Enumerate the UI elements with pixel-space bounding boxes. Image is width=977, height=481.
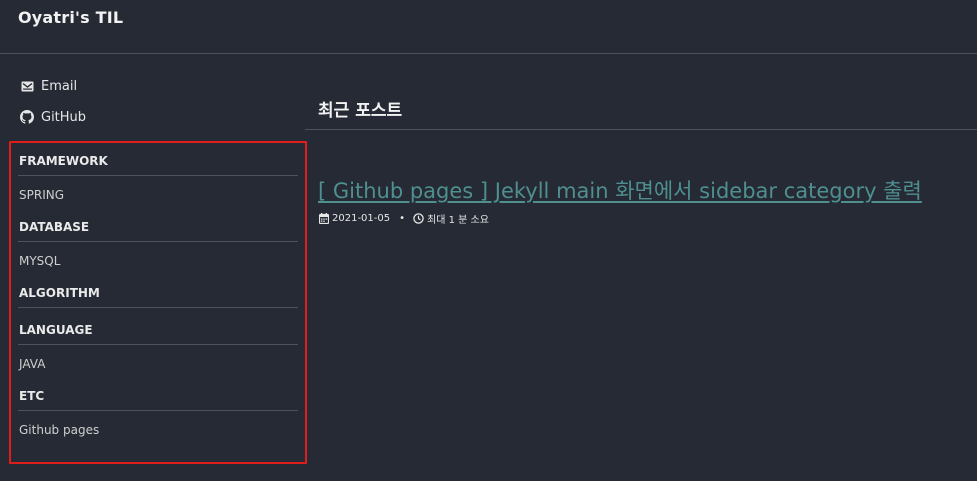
calendar-icon (318, 213, 329, 224)
envelope-icon (20, 79, 34, 93)
category-title-database: DATABASE (18, 215, 298, 242)
category-title-framework: FRAMEWORK (18, 149, 298, 176)
github-label: GitHub (41, 109, 87, 125)
github-icon (20, 110, 34, 124)
post-read-time: 최대 1 분 소요 (427, 215, 489, 226)
masthead: Oyatri's TIL (0, 0, 977, 54)
category-item-github-pages[interactable]: Github pages (18, 411, 298, 450)
github-link[interactable]: GitHub (20, 107, 86, 127)
post-meta: 2021-01-05 • 최대 1 분 소요 (318, 211, 489, 226)
category-title-algorithm: ALGORITHM (18, 281, 298, 308)
page-title-divider (305, 129, 977, 130)
clock-icon (413, 213, 424, 224)
meta-separator: • (399, 213, 406, 224)
category-item-java[interactable]: JAVA (18, 345, 298, 384)
category-gap (18, 308, 298, 318)
page-title: 최근 포스트 (318, 101, 403, 121)
email-label: Email (41, 78, 78, 94)
category-title-language: LANGUAGE (18, 318, 298, 345)
category-item-spring[interactable]: SPRING (18, 176, 298, 215)
category-title-etc: ETC (18, 384, 298, 411)
email-link[interactable]: Email (20, 76, 86, 96)
author-links: Email GitHub (20, 76, 86, 138)
category-item-mysql[interactable]: MYSQL (18, 242, 298, 281)
sidebar-category-nav: FRAMEWORK SPRING DATABASE MYSQL ALGORITH… (9, 141, 307, 464)
site-title[interactable]: Oyatri's TIL (18, 8, 123, 27)
post-title-link[interactable]: [ Github pages ] Jekyll main 화면에서 sideba… (318, 175, 922, 205)
post-date: 2021-01-05 (332, 213, 391, 224)
